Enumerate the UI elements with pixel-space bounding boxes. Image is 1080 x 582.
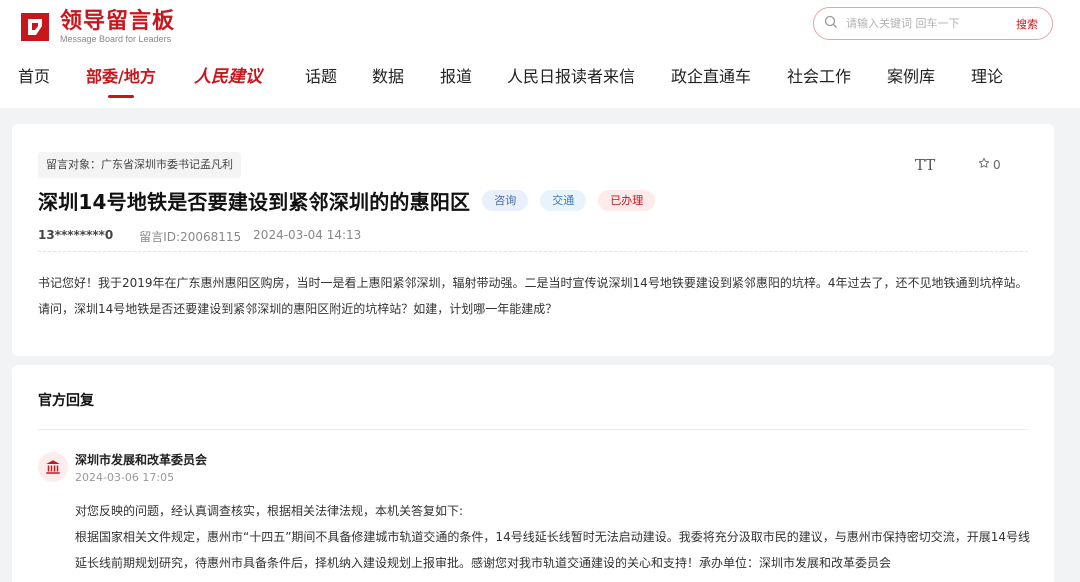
nav-item-reports[interactable]: 报道 <box>440 62 472 98</box>
nav-item-people-suggestion[interactable]: 人民建议 <box>194 62 262 98</box>
nav-label: 部委/地方 <box>86 67 156 86</box>
nav-label: 话题 <box>305 67 338 86</box>
tag-traffic[interactable]: 交通 <box>540 190 587 211</box>
reply-datetime: 2024-03-06 17:05 <box>75 471 175 484</box>
reply-content: 对您反映的问题，经认真调查核实，根据相关法律法规，本机关答复如下: 根据国家相关… <box>75 498 1041 576</box>
top-header: 领导留言板 Message Board for Leaders 搜索 首页 部委… <box>0 0 1080 108</box>
logo-mark-icon <box>18 10 52 44</box>
message-content: 书记您好！我于2019年在广东惠州惠阳区购房，当时一是看上惠阳紧邻深圳，辐射带动… <box>38 276 1028 316</box>
nav-label: 人民建议 <box>194 67 262 87</box>
site-logo[interactable]: 领导留言板 Message Board for Leaders <box>18 8 175 46</box>
reply-line: 根据国家相关文件规定，惠州市“十四五”期间不具备修建城市轨道交通的条件，14号线… <box>75 530 1030 570</box>
star-icon <box>978 157 990 172</box>
message-card: 留言对象：广东省深圳市委书记孟凡利 TT 0 深圳14号地铁是否要建设到紧邻深圳… <box>12 124 1054 356</box>
title-row: 深圳14号地铁是否要建设到紧邻深圳的的惠阳区 咨询 交通 已办理 <box>38 186 656 215</box>
logo-subtitle: Message Board for Leaders <box>60 33 172 44</box>
nav-label: 社会工作 <box>787 67 852 86</box>
official-reply-card: 官方回复 深圳市发展和改革委员会 2024-03-06 17:05 对您反映的问… <box>12 365 1054 582</box>
message-title: 深圳14号地铁是否要建设到紧邻深圳的的惠阳区 <box>38 190 471 214</box>
main-nav: 首页 部委/地方 人民建议 话题 数据 报道 人民日报读者来信 政企直通车 社会… <box>0 62 1080 98</box>
nav-label: 数据 <box>372 67 405 86</box>
message-user: 13********0 <box>38 228 114 242</box>
message-target: 留言对象：广东省深圳市委书记孟凡利 <box>38 152 241 178</box>
font-size-toggle-icon[interactable]: TT <box>915 156 935 174</box>
nav-label: 案例库 <box>887 67 936 86</box>
nav-item-topics[interactable]: 话题 <box>305 62 337 98</box>
active-underline <box>107 95 134 98</box>
message-datetime: 2024-03-04 14:13 <box>253 228 362 242</box>
nav-item-data[interactable]: 数据 <box>372 62 404 98</box>
nav-item-case-library[interactable]: 案例库 <box>887 62 935 98</box>
reply-line: 对您反映的问题，经认真调查核实，根据相关法律法规，本机关答复如下: <box>75 504 464 518</box>
search-icon <box>824 14 838 33</box>
logo-title: 领导留言板 <box>60 8 176 34</box>
status-badge: 已办理 <box>598 190 656 211</box>
nav-item-reader-letters[interactable]: 人民日报读者来信 <box>507 62 635 98</box>
nav-item-social-work[interactable]: 社会工作 <box>787 62 851 98</box>
message-id: 留言ID:20068115 <box>139 230 242 244</box>
favorite-count: 0 <box>993 157 1001 172</box>
nav-item-ministries-local[interactable]: 部委/地方 <box>86 62 156 98</box>
tag-consult[interactable]: 咨询 <box>482 190 529 211</box>
favorite-button[interactable]: 0 <box>978 157 1001 172</box>
nav-label: 人民日报读者来信 <box>507 67 636 86</box>
nav-label: 理论 <box>971 67 1004 86</box>
reply-heading: 官方回复 <box>38 393 94 409</box>
nav-item-home[interactable]: 首页 <box>18 62 50 98</box>
divider <box>38 429 1028 430</box>
nav-item-theory[interactable]: 理论 <box>971 62 1003 98</box>
search-button[interactable]: 搜索 <box>1016 16 1038 32</box>
nav-label: 首页 <box>18 67 51 86</box>
reply-org-name: 深圳市发展和改革委员会 <box>75 453 208 467</box>
search-box: 搜索 <box>813 7 1053 40</box>
search-input[interactable] <box>846 17 1016 30</box>
government-building-icon <box>38 452 68 482</box>
message-meta: 13********0 留言ID:20068115 2024-03-04 14:… <box>38 228 361 245</box>
divider <box>38 251 1028 252</box>
nav-label: 报道 <box>440 67 473 86</box>
nav-item-gov-enterprise[interactable]: 政企直通车 <box>671 62 751 98</box>
nav-label: 政企直通车 <box>671 67 752 86</box>
